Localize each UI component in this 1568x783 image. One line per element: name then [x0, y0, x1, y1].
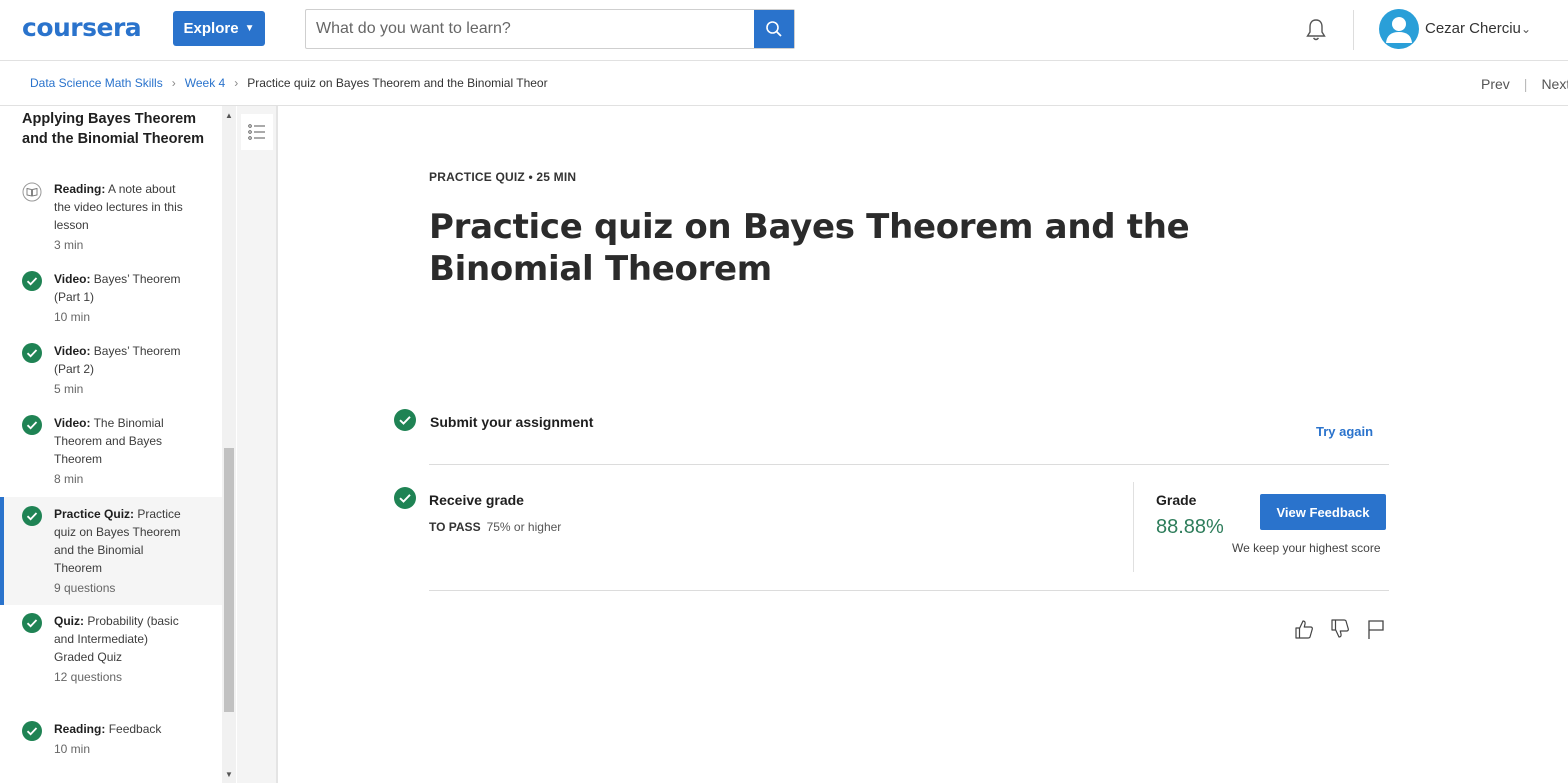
- coursera-logo[interactable]: coursera: [22, 13, 142, 42]
- sidebar-item-video-bayes-1[interactable]: Video: Bayes’ Theorem (Part 1) 10 min: [0, 270, 222, 334]
- item-meta: 10 min: [54, 742, 91, 756]
- scroll-up-arrow-icon[interactable]: ▲: [222, 106, 236, 124]
- course-outline-sidebar: Applying Bayes Theorem and the Binomial …: [0, 106, 222, 783]
- sidebar-item-video-bayes-2[interactable]: Video: Bayes’ Theorem (Part 2) 5 min: [0, 342, 222, 406]
- item-type: Practice Quiz:: [54, 507, 135, 521]
- try-again-link[interactable]: Try again: [1316, 424, 1373, 439]
- flag-icon[interactable]: [1365, 618, 1387, 640]
- item-type: Video:: [54, 344, 91, 358]
- search-icon: [766, 21, 782, 37]
- header-divider: [1353, 10, 1354, 50]
- thumbs-up-icon[interactable]: [1293, 618, 1315, 640]
- item-kicker: PRACTICE QUIZ • 25 MIN: [429, 170, 577, 184]
- book-icon: [22, 182, 42, 202]
- outline-toggle-strip: [237, 106, 278, 783]
- sidebar-item-text: Practice Quiz: Practice quiz on Bayes Th…: [54, 505, 194, 597]
- submit-check-circle-icon: [394, 409, 416, 431]
- search-button[interactable]: [754, 10, 794, 48]
- nav-divider: |: [1523, 76, 1528, 92]
- search-input[interactable]: [306, 10, 754, 48]
- item-type: Quiz:: [54, 614, 84, 628]
- highest-score-note: We keep your highest score: [1232, 541, 1381, 555]
- item-meta: 12 questions: [54, 670, 123, 684]
- check-circle-icon: [22, 271, 42, 291]
- breadcrumb-separator-icon: ›: [171, 76, 176, 90]
- item-type: Reading:: [54, 722, 106, 736]
- explore-label: Explore: [183, 20, 239, 37]
- sidebar-scrollbar[interactable]: ▲ ▼: [222, 106, 236, 783]
- breadcrumb-course[interactable]: Data Science Math Skills: [30, 76, 163, 90]
- check-circle-icon: [22, 613, 42, 633]
- divider: [429, 590, 1389, 591]
- sidebar-item-text: Video: The Binomial Theorem and Bayes Th…: [54, 414, 194, 488]
- prev-link[interactable]: Prev: [1481, 76, 1510, 92]
- check-circle-icon: [22, 506, 42, 526]
- top-header: coursera Explore ▼ Cezar Cherciu ⌄: [0, 0, 1568, 61]
- sidebar-item-text: Video: Bayes’ Theorem (Part 1) 10 min: [54, 270, 194, 326]
- search-bar: [305, 9, 795, 49]
- user-menu-chevron-icon[interactable]: ⌄: [1521, 22, 1531, 36]
- breadcrumb-separator-icon: ›: [234, 76, 239, 90]
- breadcrumb-current: Practice quiz on Bayes Theorem and the B…: [247, 76, 548, 90]
- item-meta: 10 min: [54, 310, 91, 324]
- check-circle-icon: [22, 343, 42, 363]
- submit-assignment-label: Submit your assignment: [430, 414, 594, 430]
- check-circle-icon: [22, 415, 42, 435]
- list-icon: [248, 124, 265, 140]
- receive-grade-label: Receive grade: [429, 492, 524, 508]
- to-pass-info: TO PASS 75% or higher: [429, 520, 561, 534]
- sidebar-item-text: Reading: A note about the video lectures…: [54, 180, 194, 254]
- feedback-actions: [1293, 618, 1387, 640]
- grade-label: Grade: [1156, 492, 1197, 508]
- next-link[interactable]: Next: [1541, 76, 1568, 92]
- sidebar-item-text: Quiz: Probability (basic and Intermediat…: [54, 612, 188, 686]
- sidebar-item-reading-feedback[interactable]: Reading: Feedback 10 min: [0, 720, 222, 766]
- thumbs-down-icon[interactable]: [1329, 618, 1351, 640]
- item-type: Reading:: [54, 182, 106, 196]
- chevron-down-icon: ▼: [244, 23, 255, 34]
- to-pass-value: 75% or higher: [486, 520, 562, 534]
- prev-next-nav: Prev | Next: [1481, 76, 1568, 92]
- user-avatar-icon: [1386, 17, 1412, 43]
- check-circle-icon: [22, 721, 42, 741]
- item-type: Video:: [54, 272, 91, 286]
- notifications-bell-icon[interactable]: [1303, 17, 1329, 43]
- grade-divider: [1133, 482, 1134, 572]
- to-pass-label: TO PASS: [429, 520, 481, 534]
- item-type: Video:: [54, 416, 91, 430]
- scrollbar-thumb[interactable]: [224, 448, 234, 712]
- item-meta: 9 questions: [54, 581, 116, 595]
- divider: [429, 464, 1389, 465]
- sidebar-item-practice-quiz[interactable]: Practice Quiz: Practice quiz on Bayes Th…: [0, 497, 222, 605]
- breadcrumb-bar: Data Science Math Skills › Week 4 › Prac…: [0, 61, 1568, 106]
- grade-value: 88.88%: [1156, 516, 1224, 538]
- sidebar-item-graded-quiz[interactable]: Quiz: Probability (basic and Intermediat…: [0, 612, 222, 712]
- item-meta: 5 min: [54, 382, 84, 396]
- breadcrumb: Data Science Math Skills › Week 4 › Prac…: [30, 76, 548, 90]
- item-meta: 3 min: [54, 238, 84, 252]
- avatar[interactable]: [1379, 9, 1419, 49]
- sidebar-item-video-binomial[interactable]: Video: The Binomial Theorem and Bayes Th…: [0, 414, 222, 496]
- view-feedback-button[interactable]: View Feedback: [1260, 494, 1386, 530]
- section-title: Applying Bayes Theorem and the Binomial …: [22, 111, 205, 147]
- breadcrumb-week[interactable]: Week 4: [185, 76, 225, 90]
- user-name[interactable]: Cezar Cherciu: [1425, 20, 1521, 37]
- item-title: Feedback: [108, 722, 162, 736]
- sidebar-item-reading-note[interactable]: Reading: A note about the video lectures…: [0, 178, 222, 262]
- item-meta: 8 min: [54, 472, 84, 486]
- sidebar-item-text: Reading: Feedback 10 min: [54, 720, 194, 758]
- page-title: Practice quiz on Bayes Theorem and the B…: [429, 207, 1190, 289]
- explore-button[interactable]: Explore ▼: [173, 11, 265, 46]
- sidebar-item-text: Video: Bayes’ Theorem (Part 2) 5 min: [54, 342, 194, 398]
- scroll-down-arrow-icon[interactable]: ▼: [222, 765, 236, 783]
- main-content: PRACTICE QUIZ • 25 MIN Practice quiz on …: [280, 106, 1568, 783]
- outline-toggle-button[interactable]: [241, 114, 273, 150]
- grade-check-circle-icon: [394, 487, 416, 509]
